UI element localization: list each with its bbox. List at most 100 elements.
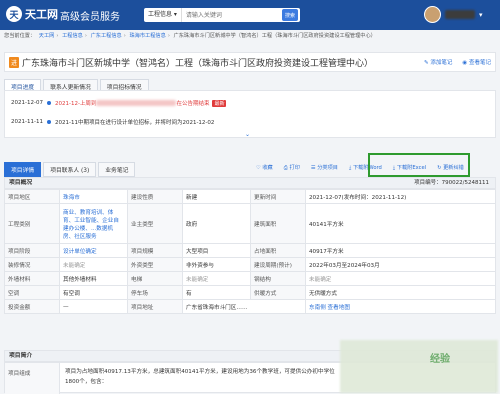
table-row: 项目地区 珠海市 建设性质 新建 更新时间 2021-12-07(发布时间：20…: [4, 189, 496, 204]
avatar[interactable]: [424, 6, 441, 23]
print-button[interactable]: ⎙ 打印: [284, 164, 300, 172]
table-row: 外墙材料 其他外墙材料 电梯 未能确定 钢结构 未能确定: [4, 271, 496, 286]
table-key: 工程类别: [4, 203, 60, 244]
table-value: —: [59, 299, 128, 314]
breadcrumb-item-current: 广东珠海市斗门区新城中学（智鸿名）工程（珠海市斗门区政府投资建设工程管理中心）: [173, 33, 376, 39]
title-actions: ✎ 添加笔记 ◉ 查看笔记: [424, 58, 491, 66]
table-key: 建筑面积: [250, 203, 306, 244]
timeline-dot-icon: [46, 101, 51, 105]
table-value: 非外资参与: [182, 257, 251, 272]
table-value: 大型项目: [182, 243, 251, 258]
category-button[interactable]: ☰ 分类项目: [311, 164, 338, 172]
project-code: 项目编号：790022/5248111: [414, 180, 489, 186]
table-key: 项目阶段: [4, 243, 60, 258]
breadcrumb-item-home[interactable]: 天工网: [39, 33, 55, 39]
table-key: 供暖方式: [250, 285, 306, 300]
table-row: 投资金额 — 项目地址 广东省珠海市斗门区…… 东南侧 查看地图: [4, 299, 496, 314]
tab-business-notes[interactable]: 业务笔记: [98, 162, 136, 177]
timeline-date: 2021-11-11: [11, 119, 43, 125]
table-value[interactable]: 商业、教育培训、体育、工业智能、企业自建办公楼、...数据机房、社区服务: [59, 203, 128, 244]
table-key: 外墙材料: [4, 271, 60, 286]
intro-key: 项目组成: [5, 363, 60, 394]
table-row: 项目阶段 设计单位确定 项目规模 大型项目 占地面积 40917平方米: [4, 243, 496, 258]
detail-tabs: 项目详情 项目联系人 (3) 业务笔记: [4, 162, 136, 177]
table-key: 占地面积: [250, 243, 306, 258]
timeline-date: 2021-12-07: [11, 100, 43, 106]
watermark-logo: 经验: [430, 354, 450, 365]
logo-mark-icon: 天: [6, 6, 22, 22]
table-value: 无供暖方式: [305, 285, 496, 300]
timeline-text: 2021-12-上周到: [54, 101, 97, 107]
breadcrumb-item-zhuhai[interactable]: 珠海市工程信息: [129, 33, 165, 39]
page-title: 广东珠海市斗门区新城中学（智鸿名）工程（珠海市斗门区政府投资建设工程管理中心）: [22, 58, 374, 69]
table-row: 空调 有空调 停车场 有 供暖方式 无供暖方式: [4, 285, 496, 300]
intro-text: 项目为占地面积40917.13平方米，总建筑面积40141平方米，建设用地为36…: [65, 369, 335, 385]
search-button[interactable]: 搜索: [282, 9, 298, 21]
project-details-table: 项目地区 珠海市 建设性质 新建 更新时间 2021-12-07(发布时间：20…: [4, 189, 496, 314]
project-address: 广东省珠海市斗门区……: [182, 299, 306, 314]
table-key: 停车场: [127, 285, 183, 300]
timeline-item: 2021-11-11 2021-11中期项目在进行设计单位招标，并将时间为202…: [11, 118, 214, 126]
breadcrumb: 您当前位置： 天工网 › 工程信息 › 广东工程信息 › 珠海市工程信息 › 广东珠海市…: [4, 33, 376, 39]
table-key: 建设周期(预计): [250, 257, 306, 272]
table-value: 新建: [182, 189, 251, 204]
map-thumbnail[interactable]: [340, 340, 498, 393]
view-note-label: 查看笔记: [468, 60, 491, 66]
table-value[interactable]: 珠海市: [59, 189, 128, 204]
redacted-text: [96, 100, 177, 106]
table-key: 钢结构: [250, 271, 306, 286]
table-value: 有空调: [59, 285, 128, 300]
table-value: 政府: [182, 203, 251, 244]
table-row: 工程类别 商业、教育培训、体育、工业智能、企业自建办公楼、...数据机房、社区服…: [4, 203, 496, 244]
timeline-text: 2021-11中期项目在进行设计单位招标，并将时间为2021-12-02: [54, 120, 215, 126]
vip-service-link[interactable]: 高级会员服务: [60, 8, 120, 23]
tab-project-details[interactable]: 项目详情: [4, 162, 42, 177]
table-value: 其他外墙材料: [59, 271, 128, 286]
progress-timeline: 2021-12-07 2021-12-上周到 在公告期结束 最新 2021-11…: [4, 90, 496, 138]
timeline-dot-icon: [46, 120, 51, 124]
add-note-label: 添加笔记: [430, 60, 453, 66]
status-badge: 进: [9, 56, 20, 68]
search-input[interactable]: [181, 9, 262, 21]
section-title: 项目简介: [9, 353, 33, 359]
table-key: 建设性质: [127, 189, 183, 204]
overview-section-header: 项目概况 项目编号：790022/5248111: [4, 177, 496, 189]
view-note-button[interactable]: ◉ 查看笔记: [462, 58, 491, 66]
table-key: 空调: [4, 285, 60, 300]
site-logo[interactable]: 天 天工网: [6, 6, 58, 22]
timeline-suffix: 在公告期结束: [176, 101, 210, 107]
table-value: 2022年03月至2024年03月: [305, 257, 496, 272]
breadcrumb-item-guangdong[interactable]: 广东工程信息: [91, 33, 122, 39]
view-map-link[interactable]: 东南侧 查看地图: [305, 299, 496, 314]
breadcrumb-label: 您当前位置：: [4, 33, 36, 39]
timeline-item: 2021-12-07 2021-12-上周到 在公告期结束 最新: [11, 99, 227, 107]
table-value[interactable]: 设计单位确定: [59, 243, 128, 258]
table-value: 40141平方米: [305, 203, 496, 244]
table-value: 2021-12-07(发布时间：2021-11-12): [305, 189, 496, 204]
table-key: 业主类型: [127, 203, 183, 244]
table-key: 项目地区: [4, 189, 60, 204]
table-row: 装修情况 未能确定 外资类型 非外资参与 建设周期(预计) 2022年03月至2…: [4, 257, 496, 272]
chevron-down-icon[interactable]: ▾: [479, 11, 483, 19]
user-name-blurred: [445, 10, 475, 19]
top-navigation-bar: 天 天工网 高级会员服务 工程信息 ▾ 搜索 ▾: [0, 0, 500, 30]
user-menu[interactable]: ▾: [424, 6, 483, 23]
search-box: 工程信息 ▾: [144, 8, 300, 22]
tab-project-contacts[interactable]: 项目联系人 (3): [43, 162, 97, 177]
add-note-button[interactable]: ✎ 添加笔记: [424, 58, 452, 66]
highlight-box: [368, 153, 470, 177]
table-value: 未能确定: [182, 271, 251, 286]
search-type-select[interactable]: 工程信息 ▾: [144, 8, 182, 22]
table-key: 电梯: [127, 271, 183, 286]
project-title-bar: 进 广东珠海市斗门区新城中学（智鸿名）工程（珠海市斗门区政府投资建设工程管理中心…: [4, 52, 496, 72]
table-value: 40917平方米: [305, 243, 496, 258]
table-value: 未能确定: [305, 271, 496, 286]
table-key: 外资类型: [127, 257, 183, 272]
breadcrumb-item-projects[interactable]: 工程信息: [62, 33, 83, 39]
expand-icon[interactable]: ⌄: [245, 131, 250, 138]
table-key: 装修情况: [4, 257, 60, 272]
favorite-label: 收藏: [262, 165, 273, 171]
section-title: 项目概况: [9, 180, 33, 186]
favorite-button[interactable]: ♡ 收藏: [256, 164, 273, 172]
table-key: 项目地址: [127, 299, 183, 314]
